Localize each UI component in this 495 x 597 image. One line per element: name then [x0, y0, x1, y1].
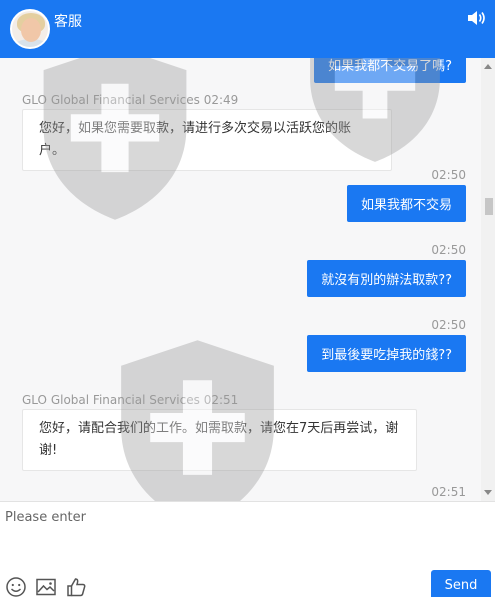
image-icon[interactable]: [35, 576, 57, 597]
message-bubble-out: 到最後要吃掉我的錢??: [307, 335, 466, 372]
message-bubble-in: 您好，请配合我们的工作。如需取款，请您在7天后再尝试，谢谢!: [22, 409, 417, 471]
composer: Send: [0, 501, 495, 597]
message-sender: GLO Global Financial Services 02:51: [22, 393, 239, 407]
thumbs-up-icon[interactable]: [65, 576, 87, 597]
message-bubble-out: 如果我都不交易了嗎?: [314, 58, 466, 83]
message-input[interactable]: [0, 502, 495, 568]
message-bubble-out: 就沒有別的辦法取款??: [307, 260, 466, 297]
message-time: 02:51: [431, 485, 466, 499]
chat-scrollbar[interactable]: [481, 58, 495, 501]
message-sender: GLO Global Financial Services 02:49: [22, 93, 239, 107]
agent-avatar: [10, 9, 50, 49]
message-bubble-out: 如果我都不交易: [346, 185, 466, 222]
scrollbar-thumb[interactable]: [485, 198, 493, 215]
send-button[interactable]: Send: [431, 570, 491, 597]
message-bubble-in: 您好，如果您需要取款，请进行多次交易以活跃您的账户。: [22, 109, 392, 171]
message-time: 02:50: [431, 318, 466, 332]
scroll-down-arrow-icon[interactable]: [484, 490, 492, 495]
chat-title: 客服: [54, 14, 82, 30]
message-time: 02:50: [431, 168, 466, 182]
scroll-up-arrow-icon[interactable]: [484, 64, 492, 69]
emoji-icon[interactable]: [5, 576, 27, 597]
chat-header: 客服: [0, 0, 495, 58]
message-list[interactable]: 如果我都不交易了嗎? GLO Global Financial Services…: [0, 58, 495, 501]
chat-window: 客服 如果我都不交易了嗎? GLO Global Financial Servi…: [0, 0, 495, 597]
speaker-icon[interactable]: [467, 10, 487, 26]
message-time: 02:50: [431, 243, 466, 257]
